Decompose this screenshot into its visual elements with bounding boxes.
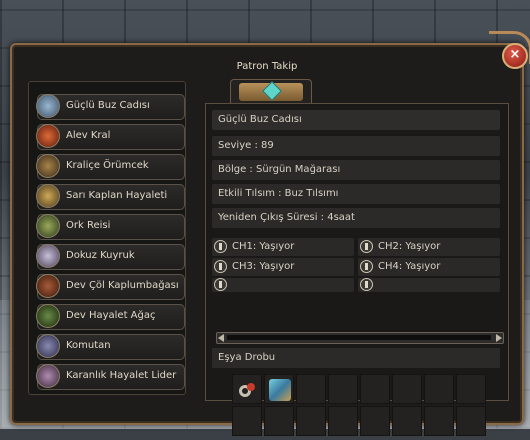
channel-status-ch5: [212, 278, 354, 292]
drop-slot[interactable]: [360, 406, 390, 436]
boss-label: Güçlü Buz Cadısı: [66, 100, 150, 111]
boss-item-komutan[interactable]: Komutan: [36, 334, 185, 360]
info-icon: [214, 240, 227, 253]
nine-tails-icon: [36, 244, 60, 268]
queen-spider-icon: [36, 154, 60, 178]
yellow-tiger-ghost-icon: [36, 184, 60, 208]
drop-slot[interactable]: [232, 374, 262, 404]
boss-label: Dokuz Kuyruk: [66, 250, 135, 261]
info-icon: [214, 260, 227, 273]
drop-slot[interactable]: [456, 374, 486, 404]
drop-slot[interactable]: [264, 406, 294, 436]
region-text: Bölge : Sürgün Mağarası: [218, 164, 341, 175]
boss-label: Komutan: [66, 340, 111, 351]
boss-name-row: Güçlü Buz Cadısı: [212, 110, 500, 130]
boss-label: Kraliçe Örümcek: [66, 160, 149, 171]
info-icon: [214, 278, 227, 291]
boss-tracker-window: × Patron Takip Güçlü Buz Cadısı Alev Kra…: [10, 31, 530, 436]
boss-item-dev-col-kaplumbagasi[interactable]: Dev Çöl Kaplumbağası: [36, 274, 185, 300]
info-icon: [360, 278, 373, 291]
boss-item-dev-hayalet-agac[interactable]: Dev Hayalet Ağaç: [36, 304, 185, 330]
channel-status-ch6: [358, 278, 500, 292]
drop-slot[interactable]: [328, 406, 358, 436]
channel-scrollbar[interactable]: [216, 332, 504, 344]
boss-item-kralice-orumcek[interactable]: Kraliçe Örümcek: [36, 154, 185, 180]
boss-label: Dev Hayalet Ağaç: [66, 310, 156, 321]
desert-turtle-icon: [36, 274, 60, 298]
region-row: Bölge : Sürgün Mağarası: [212, 160, 500, 180]
drop-header-label: Eşya Drobu: [218, 352, 276, 363]
drop-slot[interactable]: [392, 406, 422, 436]
boss-item-ork-reisi[interactable]: Ork Reisi: [36, 214, 185, 240]
drop-slot[interactable]: [456, 406, 486, 436]
talisman-text: Etkili Tılsım : Buz Tılsımı: [218, 188, 339, 199]
talisman-row: Etkili Tılsım : Buz Tılsımı: [212, 184, 500, 204]
boss-name: Güçlü Buz Cadısı: [218, 114, 302, 125]
boss-label: Dev Çöl Kaplumbağası: [66, 280, 179, 291]
boss-label: Ork Reisi: [66, 220, 111, 231]
drop-slot[interactable]: [424, 406, 454, 436]
channel-label: CH1: Yaşıyor: [232, 241, 295, 252]
tab-boss-info[interactable]: [230, 79, 312, 104]
drop-slot[interactable]: [360, 374, 390, 404]
respawn-row: Yeniden Çıkış Süresi : 4saat: [212, 208, 500, 228]
emblem-icon: [239, 81, 303, 101]
drop-slot[interactable]: [232, 406, 262, 436]
boss-label: Sarı Kaplan Hayaleti: [66, 190, 168, 201]
boss-item-alev-kral[interactable]: Alev Kral: [36, 124, 185, 150]
level-text: Seviye : 89: [218, 140, 274, 151]
channel-label: CH4: Yaşıyor: [378, 261, 441, 272]
info-icon: [360, 260, 373, 273]
window-title: Patron Takip: [236, 61, 298, 72]
ring-item-icon: [237, 381, 257, 399]
info-icon: [360, 240, 373, 253]
channel-label: CH2: Yaşıyor: [378, 241, 441, 252]
scroll-thumb[interactable]: [227, 335, 491, 340]
respawn-text: Yeniden Çıkış Süresi : 4saat: [218, 212, 355, 223]
level-row: Seviye : 89: [212, 136, 500, 156]
boss-label: Alev Kral: [66, 130, 111, 141]
ghost-tree-icon: [36, 304, 60, 328]
boss-item-dokuz-kuyruk[interactable]: Dokuz Kuyruk: [36, 244, 185, 270]
channel-status-ch2: CH2: Yaşıyor: [358, 238, 500, 256]
scroll-right-icon[interactable]: [496, 334, 502, 342]
boss-detail-panel: Güçlü Buz Cadısı Seviye : 89 Bölge : Sür…: [205, 103, 509, 436]
drop-slot[interactable]: [392, 374, 422, 404]
boss-item-sari-kaplan-hayaleti[interactable]: Sarı Kaplan Hayaleti: [36, 184, 185, 210]
channel-label: CH3: Yaşıyor: [232, 261, 295, 272]
scroll-left-icon[interactable]: [218, 334, 224, 342]
gem-icon: [262, 81, 282, 101]
drop-slot[interactable]: [264, 374, 294, 404]
drop-header: Eşya Drobu: [212, 348, 500, 368]
boss-item-karanlik-hayalet-lider[interactable]: Karanlık Hayalet Lider: [36, 364, 185, 390]
ice-witch-icon: [36, 94, 60, 118]
boss-item-guclu-buz-cadisi[interactable]: Güçlü Buz Cadısı: [36, 94, 185, 120]
boss-label: Karanlık Hayalet Lider: [66, 370, 177, 381]
drop-slot[interactable]: [296, 374, 326, 404]
drop-grid: [232, 374, 488, 440]
chest-item-icon: [269, 379, 291, 401]
drop-slot[interactable]: [328, 374, 358, 404]
orc-chief-icon: [36, 214, 60, 238]
channel-status-ch3: CH3: Yaşıyor: [212, 258, 354, 276]
dark-ghost-leader-icon: [36, 364, 60, 388]
drop-slot[interactable]: [424, 374, 454, 404]
boss-list: Güçlü Buz Cadısı Alev Kral Kraliçe Örümc…: [28, 81, 186, 395]
drop-slot[interactable]: [296, 406, 326, 436]
channel-status-ch1: CH1: Yaşıyor: [212, 238, 354, 256]
channel-status-ch4: CH4: Yaşıyor: [358, 258, 500, 276]
flame-king-icon: [36, 124, 60, 148]
commander-icon: [36, 334, 60, 358]
